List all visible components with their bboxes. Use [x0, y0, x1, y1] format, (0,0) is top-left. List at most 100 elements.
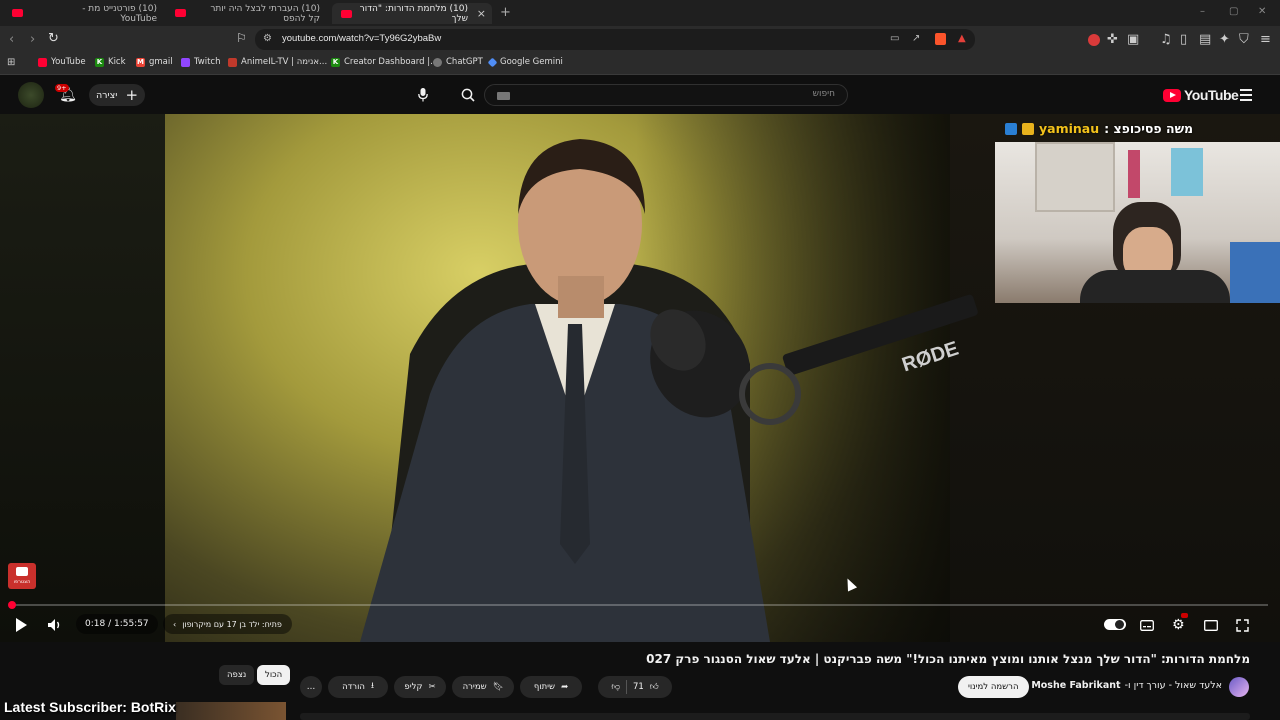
tab-2[interactable]: (10) העברתי לבצל היה יותר קל להפס: [190, 3, 330, 24]
vpn-shield-icon[interactable]: ⛉: [1239, 32, 1249, 47]
bookmark-label: YouTube: [51, 57, 86, 67]
theater-icon: [1204, 619, 1218, 631]
bookmark-youtube[interactable]: YouTube: [38, 57, 86, 67]
close-tab-icon[interactable]: ×: [477, 7, 486, 20]
fullscreen-button[interactable]: [1236, 616, 1249, 634]
bookmark-gmail[interactable]: Mgmail: [136, 57, 173, 67]
extensions-puzzle-icon[interactable]: ✜: [1107, 32, 1118, 47]
close-window-icon[interactable]: ✕: [1258, 6, 1266, 17]
guide-menu-button[interactable]: [1240, 89, 1252, 104]
brave-rewards-icon[interactable]: ▲: [958, 33, 966, 44]
share-page-icon[interactable]: ↗: [912, 33, 920, 44]
site-info-icon[interactable]: ⚙: [263, 33, 272, 44]
brave-shield-icon[interactable]: [935, 33, 946, 45]
search-placeholder: חיפוש: [812, 89, 835, 99]
apps-grid-icon[interactable]: ⊞: [7, 57, 15, 68]
progress-bar[interactable]: [8, 601, 1268, 609]
chip-all[interactable]: הכול: [257, 665, 291, 685]
mic-brand-text: RØDE: [899, 338, 961, 377]
gear-icon: ⚙: [1172, 617, 1185, 633]
forward-icon[interactable]: ›: [30, 32, 35, 47]
tab-1-label: (10) פורטנייט מת - YouTube: [82, 3, 157, 24]
leo-ai-icon[interactable]: ✦: [1219, 32, 1230, 47]
subscribe-watermark[interactable]: הצטרפו: [8, 563, 36, 589]
search-button[interactable]: [455, 82, 481, 108]
chip-watched[interactable]: נצפה: [219, 665, 255, 685]
bookmark-label: ChatGPT: [446, 57, 483, 67]
youtube-wordmark: YouTube: [1184, 87, 1239, 103]
like-count[interactable]: 71: [633, 682, 644, 692]
bookmark-icon[interactable]: ⚐: [236, 31, 247, 45]
settings-button[interactable]: ⚙: [1172, 613, 1188, 634]
youtube-logo[interactable]: YouTube: [1163, 87, 1239, 103]
bookmark-kick[interactable]: K Kick: [95, 57, 126, 67]
extension-record-icon[interactable]: [1088, 34, 1100, 46]
dislike-icon[interactable]: 👎︎: [611, 682, 620, 692]
chapter-title: פתיח: ילד בן 17 עם מיקרופון: [182, 619, 282, 629]
create-label: יצירה: [95, 89, 118, 101]
latest-subscriber-overlay: Latest Subscriber: BotRix: [4, 699, 176, 715]
bookmark-gemini[interactable]: Google Gemini: [487, 57, 563, 67]
more-actions-button[interactable]: …: [300, 676, 322, 698]
like-icon[interactable]: 👍︎: [650, 682, 659, 692]
tab-3-active[interactable]: (10) מלחמת הדורות: "הדור שלך ×: [332, 3, 492, 24]
subscribe-button[interactable]: הרשמה למינוי: [958, 676, 1029, 698]
chair-blue: [1230, 242, 1280, 303]
channel-name[interactable]: אלעד שאול - עורך דין ו- Moshe Fabrikant: [1031, 680, 1222, 691]
tab-3-label: (10) מלחמת הדורות: "הדור שלך: [359, 3, 468, 24]
bookmark-chatgpt[interactable]: ChatGPT: [433, 57, 483, 67]
create-button[interactable]: יצירה +: [89, 84, 145, 106]
back-icon[interactable]: ‹: [9, 32, 14, 47]
account-avatar[interactable]: [18, 82, 44, 108]
clip-button[interactable]: ✂ קליפ: [394, 676, 446, 698]
sidebar-icon[interactable]: ▯: [1180, 32, 1187, 47]
scissors-icon: ✂: [428, 682, 436, 692]
search-input[interactable]: חיפוש: [484, 84, 848, 106]
subtitles-button[interactable]: [1140, 616, 1154, 634]
window-shutter: [1035, 142, 1115, 212]
bookmark-label: Creator Dashboard |...: [344, 57, 439, 67]
address-bar[interactable]: ⚙ youtube.com/watch?v=Ty96G2ybaBw ▭ ↗ ▲: [255, 29, 975, 50]
plus-icon: +: [125, 85, 139, 104]
screenshot-icon[interactable]: ▣: [1127, 32, 1139, 47]
menu-icon[interactable]: ≡: [1260, 32, 1271, 47]
media-icon[interactable]: ♫: [1160, 32, 1172, 47]
minimize-icon[interactable]: –: [1200, 6, 1205, 17]
bookmark-animeil[interactable]: AnimeIL-TV | אנימה...: [228, 57, 327, 67]
keyboard-icon[interactable]: [497, 92, 510, 100]
recommended-thumbnail[interactable]: [176, 702, 286, 720]
tab-1[interactable]: (10) פורטנייט מת - YouTube: [55, 3, 167, 24]
overlay-badge-gold: [1022, 122, 1034, 135]
voice-search-button[interactable]: [410, 82, 436, 108]
bookmark-twitch[interactable]: Twitch: [181, 57, 221, 67]
tab-2-label: (10) העברתי לבצל היה יותר קל להפס: [210, 3, 320, 24]
wallet-icon[interactable]: ▤: [1199, 32, 1211, 47]
animeil-icon: [228, 57, 237, 67]
notifications-badge: 9+: [55, 84, 69, 92]
channel-avatar[interactable]: [1229, 677, 1249, 697]
video-title: מלחמת הדורות: "הדור שלך מנצל אותנו ומוצץ…: [646, 652, 1250, 666]
reload-icon[interactable]: ↻: [48, 31, 59, 46]
play-button[interactable]: [14, 616, 28, 634]
theater-mode-button[interactable]: [1204, 616, 1218, 634]
stream-overlay-title: yaminau משה פסיכופצ :: [1005, 121, 1193, 136]
share-button[interactable]: ➦ שיתוף: [520, 676, 582, 698]
volume-button[interactable]: [47, 616, 63, 634]
search-icon: [461, 88, 475, 102]
chapter-button[interactable]: פתיח: ילד בן 17 עם מיקרופון ›: [163, 614, 292, 634]
bookmark-creator-dashboard[interactable]: K Creator Dashboard |...: [331, 57, 438, 67]
scrubber-handle[interactable]: [8, 601, 16, 609]
maximize-icon[interactable]: ▢: [1229, 6, 1238, 17]
notifications-button[interactable]: 🔔︎ 9+: [55, 82, 81, 108]
install-icon[interactable]: ▭: [890, 33, 899, 44]
gmail-icon: M: [136, 57, 145, 67]
subscribe-watermark-label: הצטרפו: [13, 579, 31, 585]
save-button[interactable]: 🔖︎ שמירה: [452, 676, 514, 698]
streamer-shoulders: [1080, 270, 1230, 303]
screen: (10) פורטנייט מת - YouTube (10) העברתי ל…: [0, 0, 1280, 720]
url-text: youtube.com/watch?v=Ty96G2ybaBw: [282, 33, 442, 44]
new-tab-button[interactable]: +: [500, 5, 511, 20]
autoplay-toggle[interactable]: [1104, 619, 1126, 630]
download-button[interactable]: ⭳ הורדה: [328, 676, 388, 698]
overlay-prefix: משה פסיכופצ :: [1104, 121, 1194, 136]
